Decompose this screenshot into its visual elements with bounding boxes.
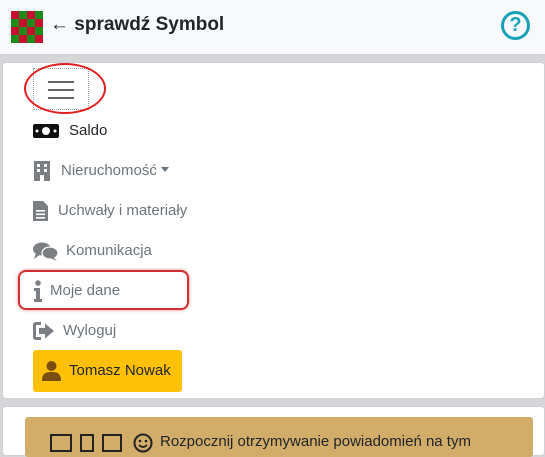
chevron-down-icon (160, 167, 169, 172)
user-name: Tomasz Nowak (69, 362, 171, 379)
user-icon (42, 361, 61, 381)
nav-item-wyloguj[interactable]: Wyloguj (33, 318, 153, 344)
building-icon (34, 161, 50, 181)
smile-icon (133, 433, 153, 453)
nav-item-label-text: Nieruchomość (61, 162, 157, 179)
nav-item-saldo[interactable]: Saldo (33, 118, 153, 144)
document-icon (33, 201, 48, 221)
nav-item-komunikacja[interactable]: Komunikacja (33, 238, 173, 264)
comments-icon (33, 242, 58, 261)
highlight-box (18, 270, 189, 310)
nav-item-label: Komunikacja (66, 242, 152, 259)
nav-menu-panel (2, 62, 545, 399)
toggle-box-icon (50, 434, 72, 452)
highlight-ellipse (24, 63, 106, 114)
toggle-box-icon (80, 434, 94, 452)
toggle-box-icon (102, 434, 122, 452)
page-title[interactable]: ← sprawdź Symbol (50, 14, 224, 36)
top-bar: ← sprawdź Symbol ? (0, 0, 545, 55)
nav-item-nieruchomosc[interactable]: Nieruchomość (33, 158, 193, 184)
nav-item-label: Nieruchomość (61, 158, 169, 184)
notification-banner[interactable]: Rozpocznij otrzymywanie powiadomień na t… (25, 417, 533, 457)
checkered-logo-icon[interactable] (11, 11, 43, 43)
notification-text: Rozpocznij otrzymywanie powiadomień na t… (160, 433, 471, 450)
money-icon (33, 124, 59, 138)
nav-item-label: Uchwały i materiały (58, 202, 188, 219)
nav-item-label: Saldo (69, 122, 108, 139)
user-button[interactable]: Tomasz Nowak (33, 350, 182, 392)
sign-out-icon (33, 322, 54, 340)
help-icon[interactable]: ? (501, 11, 530, 40)
nav-item-label: Wyloguj (63, 322, 117, 339)
nav-item-uchwaly[interactable]: Uchwały i materiały (33, 198, 213, 224)
